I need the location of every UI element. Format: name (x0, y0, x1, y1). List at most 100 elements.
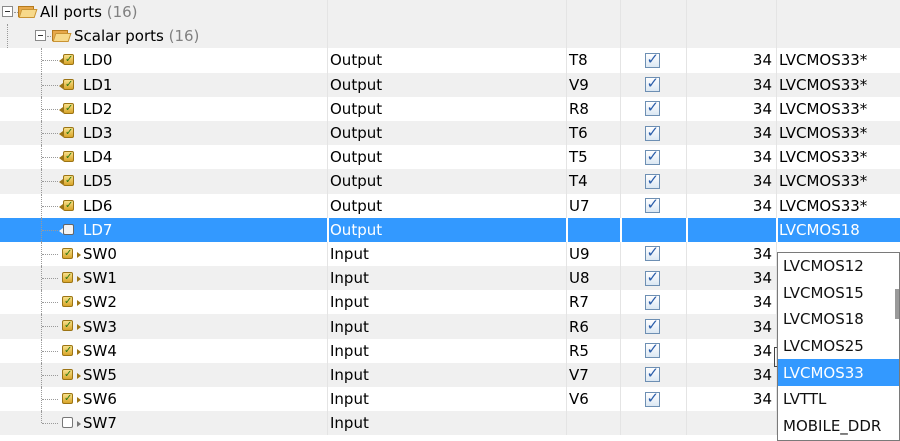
fixed-checkbox-cell[interactable] (640, 314, 664, 338)
fixed-checkbox[interactable] (644, 171, 660, 189)
port-row[interactable]: ✓SW2 Input R7 34 (0, 290, 900, 315)
port-site[interactable]: T5 (569, 145, 588, 169)
column-divider (686, 241, 687, 267)
fixed-checkbox-cell[interactable] (640, 411, 664, 435)
dropdown-option[interactable]: LVCMOS12 (778, 253, 899, 280)
port-direction: Output (330, 220, 383, 239)
port-iostandard[interactable]: LVCMOS18 (779, 218, 860, 242)
fixed-checkbox-cell[interactable] (640, 290, 664, 314)
port-bank: 34 (752, 99, 772, 118)
fixed-checkbox-cell[interactable] (640, 48, 664, 72)
port-site[interactable]: R7 (569, 290, 589, 314)
port-row[interactable]: ✓SW1 Input U8 34 (0, 266, 900, 291)
port-site[interactable]: R6 (569, 314, 589, 338)
fixed-checkbox-cell[interactable] (640, 145, 664, 169)
port-name: SW5 (83, 365, 117, 384)
fixed-checkbox[interactable] (644, 195, 660, 214)
tree-guide (42, 253, 58, 255)
dropdown-option[interactable]: LVCMOS25 (778, 333, 899, 360)
port-row[interactable]: ✓ LD3 Output T6 34 LVCMOS33* (0, 120, 900, 146)
port-site[interactable]: T4 (569, 169, 588, 193)
port-site[interactable]: R8 (569, 97, 589, 121)
dropdown-option[interactable]: LVCMOS18 (778, 306, 899, 333)
port-row[interactable]: ✓ LD4 Output T5 34 LVCMOS33* (0, 145, 900, 170)
port-row[interactable]: ✓SW4 Input R5 34 (0, 338, 900, 363)
iostandard-dropdown-list[interactable]: LVCMOS12 LVCMOS15 LVCMOS18 LVCMOS25 LVCMOS33… (777, 252, 900, 441)
collapse-toggle-icon[interactable] (35, 30, 46, 42)
port-iostandard[interactable]: LVCMOS33* (779, 194, 867, 218)
port-iostandard[interactable]: LVCMOS33* (779, 97, 867, 121)
fixed-checkbox-cell[interactable] (640, 242, 664, 266)
fixed-checkbox[interactable] (644, 316, 660, 335)
port-iostandard[interactable]: LVCMOS33* (779, 169, 867, 193)
dropdown-options: LVCMOS12 LVCMOS15 LVCMOS18 LVCMOS25 LVCMOS33… (778, 253, 899, 439)
fixed-checkbox[interactable] (644, 389, 660, 407)
port-direction: Input (330, 414, 369, 433)
port-site[interactable]: V9 (569, 73, 589, 97)
dropdown-option[interactable]: LVCMOS15 (778, 280, 899, 307)
input-port-icon: ✓ (62, 247, 81, 260)
fixed-checkbox-cell[interactable] (640, 169, 664, 193)
port-site[interactable]: R5 (569, 339, 589, 363)
column-divider (776, 169, 777, 194)
fixed-checkbox-cell[interactable] (640, 387, 664, 411)
port-row[interactable]: ✓SW6 Input V6 34 (0, 387, 900, 412)
tree-row-scalar-ports[interactable]: Scalar ports (16) (0, 24, 900, 49)
fixed-checkbox-cell[interactable] (640, 194, 664, 218)
port-site[interactable]: V6 (569, 387, 589, 411)
port-iostandard[interactable]: LVCMOS33* (779, 145, 867, 169)
fixed-checkbox[interactable] (644, 243, 660, 262)
port-row[interactable]: ✓ LD1 Output V9 34 LVCMOS33* (0, 72, 900, 97)
tree-guide (42, 157, 58, 159)
port-name: SW0 (83, 244, 117, 263)
fixed-checkbox[interactable] (644, 364, 660, 383)
port-site[interactable]: T6 (569, 121, 588, 145)
fixed-checkbox-cell[interactable] (640, 121, 664, 145)
fixed-checkbox-cell[interactable] (640, 266, 664, 290)
column-divider (566, 266, 567, 291)
fixed-checkbox[interactable] (644, 340, 660, 359)
column-divider (327, 314, 328, 339)
port-row[interactable]: ✓SW5 Input V7 34 (0, 362, 900, 387)
fixed-checkbox[interactable] (644, 292, 660, 310)
tree-guide (47, 36, 51, 38)
fixed-checkbox-cell[interactable] (640, 73, 664, 97)
port-row[interactable]: ✓ LD0 Output T8 34 LVCMOS33* (0, 48, 900, 73)
fixed-checkbox[interactable] (644, 147, 660, 165)
port-iostandard[interactable]: LVCMOS33* (779, 121, 867, 145)
port-row[interactable]: LD7 Output LVCMOS18 (0, 217, 900, 242)
fixed-checkbox[interactable] (644, 123, 660, 141)
port-row[interactable]: ✓ LD5 Output T4 34 LVCMOS33* (0, 169, 900, 194)
port-row[interactable]: ✓SW0 Input U9 34 (0, 241, 900, 267)
fixed-checkbox[interactable] (644, 98, 660, 117)
fixed-checkbox[interactable] (644, 268, 660, 286)
port-site[interactable]: U8 (569, 266, 590, 290)
fixed-checkbox-cell[interactable] (640, 339, 664, 363)
fixed-checkbox-cell[interactable] (640, 218, 664, 242)
fixed-checkbox-cell[interactable] (640, 97, 664, 121)
fixed-checkbox[interactable] (644, 74, 660, 93)
dropdown-option[interactable]: LVTTL (778, 386, 899, 413)
port-iostandard[interactable]: LVCMOS33* (779, 48, 867, 72)
fixed-checkbox[interactable] (644, 50, 660, 68)
collapse-toggle-icon[interactable] (2, 6, 13, 17)
dropdown-option[interactable]: LVCMOS33 (778, 359, 899, 386)
dropdown-option[interactable]: MOBILE_DDR (778, 413, 899, 440)
fixed-checkbox-cell[interactable] (640, 363, 664, 387)
port-site[interactable]: U7 (569, 194, 590, 218)
port-iostandard[interactable]: LVCMOS33* (779, 73, 867, 97)
column-divider (327, 290, 328, 315)
tree-row-all-ports[interactable]: All ports (16) (0, 0, 900, 25)
port-site[interactable]: T8 (569, 48, 588, 72)
port-name: LD1 (83, 75, 113, 94)
column-divider (620, 338, 621, 363)
port-tree-table: All ports (16) Scalar ports (16) ✓ LD0 Out… (0, 0, 900, 436)
port-row[interactable]: ✓SW3 Input R6 34 (0, 314, 900, 339)
column-divider (686, 24, 687, 49)
port-row[interactable]: SW7 Input (0, 411, 900, 436)
dropdown-scrollbar-thumb[interactable] (895, 289, 899, 319)
port-site[interactable]: V7 (569, 363, 589, 387)
port-row[interactable]: ✓ LD6 Output U7 34 LVCMOS33* (0, 193, 900, 218)
port-row[interactable]: ✓ LD2 Output R8 34 LVCMOS33* (0, 96, 900, 121)
port-site[interactable]: U9 (569, 242, 590, 266)
